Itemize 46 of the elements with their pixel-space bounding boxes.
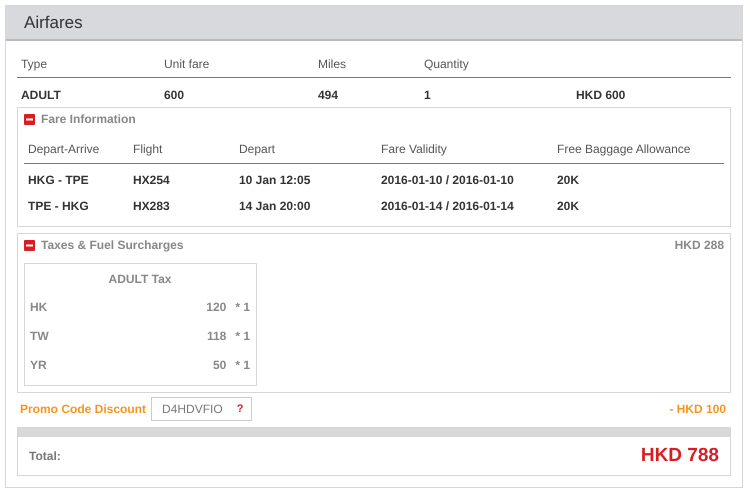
table-cell-text: 494 [318, 88, 340, 102]
section-title[interactable]: Fare Information [41, 112, 136, 126]
tax-multiplier: * 1 [235, 328, 250, 342]
total-amount: HKD 788 [640, 445, 719, 467]
section-title[interactable]: Taxes & Fuel Surcharges [41, 238, 184, 252]
collapse-icon[interactable] [24, 240, 35, 250]
total-label: Total: [29, 449, 61, 463]
table-cell-text: HX254 [133, 173, 171, 187]
promo-code-field[interactable]: D4HDVFIO ? [151, 397, 252, 421]
table-cell-text: TPE - HKG [28, 199, 90, 213]
tax-multiplier: * 1 [235, 300, 250, 314]
column-header: Flight [133, 142, 164, 156]
collapse-icon[interactable] [24, 114, 35, 124]
table-cell-text: 1 [424, 88, 432, 102]
column-header: Type [21, 57, 48, 71]
tax-amount: 50 [212, 358, 226, 372]
column-header: Depart-Arrive [28, 142, 100, 156]
taxes-amount: HKD 288 [674, 238, 724, 252]
table-cell-text: 10 Jan 12:05 [239, 173, 312, 187]
column-header: Free Baggage Allowance [557, 142, 692, 156]
column-header: Quantity [424, 57, 470, 71]
table-cell-text: HKD 600 [576, 88, 626, 102]
column-header: Depart [239, 142, 276, 156]
table-cell-text: 600 [164, 88, 186, 102]
panel-title: Airfares [24, 12, 83, 32]
tax-code: HK [30, 300, 48, 314]
tax-code: YR [30, 358, 47, 372]
promo-label: Promo Code Discount [20, 402, 146, 416]
column-header: Miles [318, 57, 348, 71]
table-cell-text: ADULT [21, 88, 62, 102]
table-cell-text: 20K [557, 173, 580, 187]
tax-table-title: ADULT Tax [108, 272, 172, 286]
tax-amount: 118 [206, 328, 226, 342]
column-header: Fare Validity [381, 142, 448, 156]
promo-discount: - HKD 100 [669, 402, 726, 416]
table-cell-text: 14 Jan 20:00 [239, 199, 312, 213]
column-header: Unit fare [164, 57, 210, 71]
table-cell-text: 20K [557, 199, 580, 213]
table-cell-text: 2016-01-14 / 2016-01-14 [381, 199, 515, 213]
table-cell-text: HX283 [133, 199, 171, 213]
tax-code: TW [30, 328, 49, 342]
table-cell-text: 2016-01-10 / 2016-01-10 [381, 173, 515, 187]
tax-amount: 120 [206, 300, 226, 314]
help-icon[interactable]: ? [236, 403, 244, 415]
tax-multiplier: * 1 [235, 358, 250, 372]
table-cell-text: HKG - TPE [28, 173, 90, 187]
